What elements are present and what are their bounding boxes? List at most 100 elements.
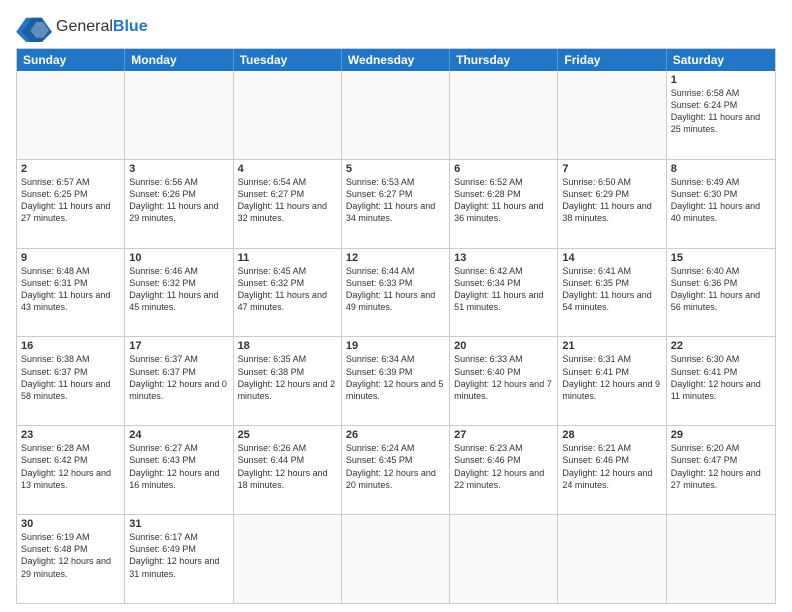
day-cell-2: 2Sunrise: 6:57 AM Sunset: 6:25 PM Daylig… [17,160,125,248]
day-cell-20: 20Sunrise: 6:33 AM Sunset: 6:40 PM Dayli… [450,337,558,425]
logo-text: GeneralBlue [56,18,148,36]
day-number: 14 [562,252,661,264]
calendar-row-5: 30Sunrise: 6:19 AM Sunset: 6:48 PM Dayli… [17,514,775,603]
day-cell-4: 4Sunrise: 6:54 AM Sunset: 6:27 PM Daylig… [234,160,342,248]
weekday-header-friday: Friday [558,49,666,71]
day-info: Sunrise: 6:31 AM Sunset: 6:41 PM Dayligh… [562,353,661,402]
empty-cell [450,515,558,603]
day-cell-15: 15Sunrise: 6:40 AM Sunset: 6:36 PM Dayli… [667,249,775,337]
day-cell-3: 3Sunrise: 6:56 AM Sunset: 6:26 PM Daylig… [125,160,233,248]
day-number: 29 [671,429,771,441]
day-number: 10 [129,252,228,264]
empty-cell [558,71,666,159]
day-number: 1 [671,74,771,86]
day-info: Sunrise: 6:52 AM Sunset: 6:28 PM Dayligh… [454,176,553,225]
day-number: 13 [454,252,553,264]
weekday-header-tuesday: Tuesday [234,49,342,71]
day-cell-22: 22Sunrise: 6:30 AM Sunset: 6:41 PM Dayli… [667,337,775,425]
calendar: SundayMondayTuesdayWednesdayThursdayFrid… [16,48,776,604]
day-info: Sunrise: 6:58 AM Sunset: 6:24 PM Dayligh… [671,87,771,136]
calendar-header: SundayMondayTuesdayWednesdayThursdayFrid… [17,49,775,71]
day-info: Sunrise: 6:49 AM Sunset: 6:30 PM Dayligh… [671,176,771,225]
day-info: Sunrise: 6:30 AM Sunset: 6:41 PM Dayligh… [671,353,771,402]
calendar-row-3: 16Sunrise: 6:38 AM Sunset: 6:37 PM Dayli… [17,336,775,425]
day-cell-10: 10Sunrise: 6:46 AM Sunset: 6:32 PM Dayli… [125,249,233,337]
day-info: Sunrise: 6:20 AM Sunset: 6:47 PM Dayligh… [671,442,771,491]
day-info: Sunrise: 6:19 AM Sunset: 6:48 PM Dayligh… [21,531,120,580]
header: GeneralBlue [16,12,776,42]
day-info: Sunrise: 6:24 AM Sunset: 6:45 PM Dayligh… [346,442,445,491]
day-number: 26 [346,429,445,441]
day-number: 9 [21,252,120,264]
day-cell-26: 26Sunrise: 6:24 AM Sunset: 6:45 PM Dayli… [342,426,450,514]
calendar-row-4: 23Sunrise: 6:28 AM Sunset: 6:42 PM Dayli… [17,425,775,514]
day-cell-5: 5Sunrise: 6:53 AM Sunset: 6:27 PM Daylig… [342,160,450,248]
day-number: 30 [21,518,120,530]
day-cell-7: 7Sunrise: 6:50 AM Sunset: 6:29 PM Daylig… [558,160,666,248]
day-number: 16 [21,340,120,352]
day-cell-21: 21Sunrise: 6:31 AM Sunset: 6:41 PM Dayli… [558,337,666,425]
calendar-row-2: 9Sunrise: 6:48 AM Sunset: 6:31 PM Daylig… [17,248,775,337]
day-cell-29: 29Sunrise: 6:20 AM Sunset: 6:47 PM Dayli… [667,426,775,514]
calendar-body: 1Sunrise: 6:58 AM Sunset: 6:24 PM Daylig… [17,71,775,603]
day-info: Sunrise: 6:40 AM Sunset: 6:36 PM Dayligh… [671,265,771,314]
day-number: 31 [129,518,228,530]
day-cell-23: 23Sunrise: 6:28 AM Sunset: 6:42 PM Dayli… [17,426,125,514]
day-number: 15 [671,252,771,264]
calendar-row-1: 2Sunrise: 6:57 AM Sunset: 6:25 PM Daylig… [17,159,775,248]
day-cell-11: 11Sunrise: 6:45 AM Sunset: 6:32 PM Dayli… [234,249,342,337]
day-number: 17 [129,340,228,352]
day-cell-27: 27Sunrise: 6:23 AM Sunset: 6:46 PM Dayli… [450,426,558,514]
empty-cell [450,71,558,159]
day-info: Sunrise: 6:54 AM Sunset: 6:27 PM Dayligh… [238,176,337,225]
day-info: Sunrise: 6:27 AM Sunset: 6:43 PM Dayligh… [129,442,228,491]
day-info: Sunrise: 6:21 AM Sunset: 6:46 PM Dayligh… [562,442,661,491]
day-info: Sunrise: 6:35 AM Sunset: 6:38 PM Dayligh… [238,353,337,402]
day-cell-24: 24Sunrise: 6:27 AM Sunset: 6:43 PM Dayli… [125,426,233,514]
day-cell-17: 17Sunrise: 6:37 AM Sunset: 6:37 PM Dayli… [125,337,233,425]
day-number: 12 [346,252,445,264]
day-cell-6: 6Sunrise: 6:52 AM Sunset: 6:28 PM Daylig… [450,160,558,248]
day-number: 6 [454,163,553,175]
day-number: 27 [454,429,553,441]
day-info: Sunrise: 6:53 AM Sunset: 6:27 PM Dayligh… [346,176,445,225]
day-info: Sunrise: 6:17 AM Sunset: 6:49 PM Dayligh… [129,531,228,580]
day-info: Sunrise: 6:57 AM Sunset: 6:25 PM Dayligh… [21,176,120,225]
day-cell-19: 19Sunrise: 6:34 AM Sunset: 6:39 PM Dayli… [342,337,450,425]
calendar-row-0: 1Sunrise: 6:58 AM Sunset: 6:24 PM Daylig… [17,71,775,159]
day-info: Sunrise: 6:44 AM Sunset: 6:33 PM Dayligh… [346,265,445,314]
day-number: 8 [671,163,771,175]
empty-cell [558,515,666,603]
day-cell-25: 25Sunrise: 6:26 AM Sunset: 6:44 PM Dayli… [234,426,342,514]
logo-icon [16,12,52,42]
day-info: Sunrise: 6:34 AM Sunset: 6:39 PM Dayligh… [346,353,445,402]
day-number: 21 [562,340,661,352]
day-cell-8: 8Sunrise: 6:49 AM Sunset: 6:30 PM Daylig… [667,160,775,248]
day-info: Sunrise: 6:41 AM Sunset: 6:35 PM Dayligh… [562,265,661,314]
empty-cell [342,71,450,159]
day-info: Sunrise: 6:28 AM Sunset: 6:42 PM Dayligh… [21,442,120,491]
day-cell-16: 16Sunrise: 6:38 AM Sunset: 6:37 PM Dayli… [17,337,125,425]
day-info: Sunrise: 6:23 AM Sunset: 6:46 PM Dayligh… [454,442,553,491]
day-number: 24 [129,429,228,441]
day-info: Sunrise: 6:50 AM Sunset: 6:29 PM Dayligh… [562,176,661,225]
day-cell-30: 30Sunrise: 6:19 AM Sunset: 6:48 PM Dayli… [17,515,125,603]
day-info: Sunrise: 6:33 AM Sunset: 6:40 PM Dayligh… [454,353,553,402]
day-info: Sunrise: 6:42 AM Sunset: 6:34 PM Dayligh… [454,265,553,314]
day-cell-18: 18Sunrise: 6:35 AM Sunset: 6:38 PM Dayli… [234,337,342,425]
weekday-header-wednesday: Wednesday [342,49,450,71]
day-number: 28 [562,429,661,441]
day-number: 3 [129,163,228,175]
day-number: 7 [562,163,661,175]
day-number: 18 [238,340,337,352]
day-info: Sunrise: 6:56 AM Sunset: 6:26 PM Dayligh… [129,176,228,225]
day-cell-14: 14Sunrise: 6:41 AM Sunset: 6:35 PM Dayli… [558,249,666,337]
day-info: Sunrise: 6:45 AM Sunset: 6:32 PM Dayligh… [238,265,337,314]
day-cell-12: 12Sunrise: 6:44 AM Sunset: 6:33 PM Dayli… [342,249,450,337]
weekday-header-thursday: Thursday [450,49,558,71]
empty-cell [667,515,775,603]
empty-cell [17,71,125,159]
day-cell-9: 9Sunrise: 6:48 AM Sunset: 6:31 PM Daylig… [17,249,125,337]
weekday-header-saturday: Saturday [667,49,775,71]
day-number: 23 [21,429,120,441]
